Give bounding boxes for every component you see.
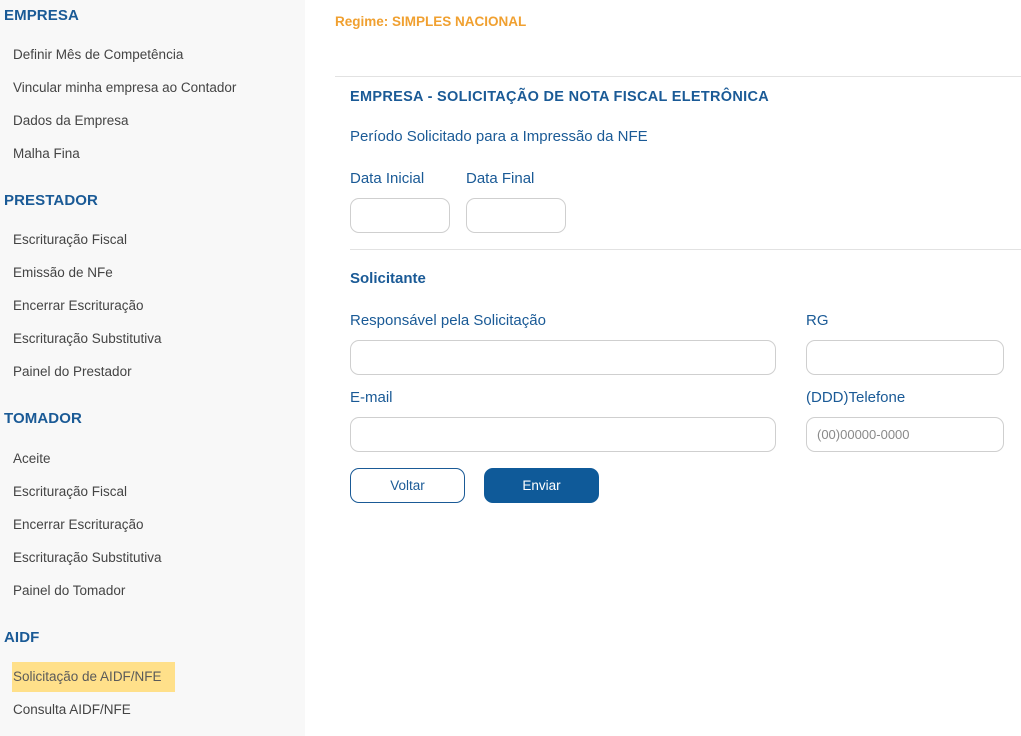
form-title: EMPRESA - SOLICITAÇÃO DE NOTA FISCAL ELE… <box>350 89 770 105</box>
periodo-label: Período Solicitado para a Impressão da N… <box>350 128 648 145</box>
sidebar-item-prestador-encerrar[interactable]: Encerrar Escrituração <box>13 298 144 313</box>
voltar-button[interactable]: Voltar <box>350 468 465 503</box>
sidebar-item-tomador-substitutiva[interactable]: Escrituração Substitutiva <box>13 550 162 565</box>
sidebar-item-prestador-substitutiva[interactable]: Escrituração Substitutiva <box>13 331 162 346</box>
sidebar-section-empresa: EMPRESA <box>4 7 79 24</box>
telefone-label: (DDD)Telefone <box>806 389 906 406</box>
sidebar: EMPRESA Definir Mês de Competência Vincu… <box>0 0 305 736</box>
data-inicial-label: Data Inicial <box>350 170 425 187</box>
sidebar-item-solicitacao-aidf[interactable]: Solicitação de AIDF/NFE <box>12 662 175 692</box>
sidebar-item-tomador-escrituracao[interactable]: Escrituração Fiscal <box>13 484 127 499</box>
sidebar-item-vincular-contador[interactable]: Vincular minha empresa ao Contador <box>13 80 236 95</box>
enviar-button[interactable]: Enviar <box>484 468 599 503</box>
data-final-input[interactable] <box>466 198 566 233</box>
rg-input[interactable] <box>806 340 1004 375</box>
rg-label: RG <box>806 312 829 329</box>
sidebar-item-tomador-encerrar[interactable]: Encerrar Escrituração <box>13 517 144 532</box>
sidebar-item-consulta-aidf[interactable]: Consulta AIDF/NFE <box>13 702 131 717</box>
email-label: E-mail <box>350 389 393 406</box>
sidebar-item-painel-tomador[interactable]: Painel do Tomador <box>13 583 125 598</box>
responsavel-label: Responsável pela Solicitação <box>350 312 546 329</box>
sidebar-item-painel-prestador[interactable]: Painel do Prestador <box>13 364 132 379</box>
header-divider <box>335 76 1021 77</box>
data-final-label: Data Final <box>466 170 535 187</box>
sidebar-item-prestador-escrituracao[interactable]: Escrituração Fiscal <box>13 232 127 247</box>
sidebar-item-dados-empresa[interactable]: Dados da Empresa <box>13 113 129 128</box>
section-divider <box>350 249 1021 250</box>
regime-label: Regime: SIMPLES NACIONAL <box>335 14 527 29</box>
data-inicial-input[interactable] <box>350 198 450 233</box>
solicitante-heading: Solicitante <box>350 270 426 287</box>
sidebar-item-aceite[interactable]: Aceite <box>13 451 51 466</box>
email-input[interactable] <box>350 417 776 452</box>
sidebar-item-definir-mes[interactable]: Definir Mês de Competência <box>13 47 183 62</box>
sidebar-item-emissao-nfe[interactable]: Emissão de NFe <box>13 265 113 280</box>
sidebar-section-aidf: AIDF <box>4 629 40 646</box>
sidebar-item-malha-fina[interactable]: Malha Fina <box>13 146 80 161</box>
telefone-input[interactable] <box>806 417 1004 452</box>
responsavel-input[interactable] <box>350 340 776 375</box>
sidebar-section-prestador: PRESTADOR <box>4 192 98 209</box>
sidebar-section-tomador: TOMADOR <box>4 410 82 427</box>
